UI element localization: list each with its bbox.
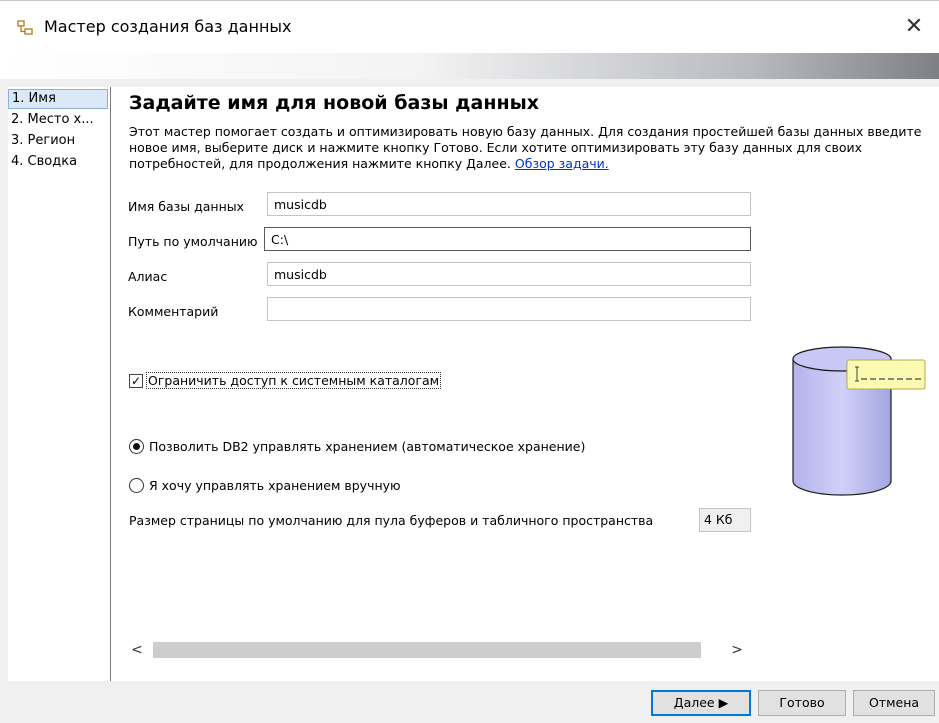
- scroll-right-icon[interactable]: >: [727, 638, 747, 662]
- storage-auto-radio[interactable]: Позволить DB2 управлять хранением (автом…: [129, 439, 585, 454]
- check-icon: ✓: [130, 373, 142, 388]
- wizard-icon: [17, 20, 33, 35]
- restrict-access-label: Ограничить доступ к системным каталогам: [146, 372, 442, 389]
- header-banner: [0, 53, 939, 79]
- overview-link[interactable]: Обзор задачи.: [515, 156, 609, 171]
- scrollbar-thumb[interactable]: [153, 642, 701, 658]
- default-path-input[interactable]: [264, 227, 751, 251]
- page-size-label: Размер страницы по умолчанию для пула бу…: [129, 513, 654, 528]
- radio-unselected-icon[interactable]: [129, 478, 144, 493]
- restrict-access-checkbox[interactable]: ✓ Ограничить доступ к системным каталога…: [129, 372, 442, 389]
- comment-label: Комментарий: [128, 304, 219, 319]
- cancel-button[interactable]: Отмена: [853, 690, 935, 716]
- alias-label: Алиас: [128, 269, 168, 284]
- comment-input[interactable]: [267, 297, 751, 321]
- sidebar-item-region[interactable]: 3. Регион: [8, 131, 108, 151]
- finish-button[interactable]: Готово: [758, 690, 846, 716]
- db-name-input[interactable]: [267, 192, 751, 216]
- checkbox-box[interactable]: ✓: [129, 373, 143, 388]
- window-title: Мастер создания баз данных: [44, 17, 292, 36]
- close-button[interactable]: ✕: [899, 11, 929, 41]
- sidebar-item-summary[interactable]: 4. Сводка: [8, 152, 108, 172]
- radio-selected-icon[interactable]: [129, 439, 144, 454]
- default-path-label: Путь по умолчанию: [128, 234, 258, 249]
- page-title: Задайте имя для новой базы данных: [129, 92, 540, 114]
- main-panel: Задайте имя для новой базы данных Этот м…: [111, 87, 939, 681]
- scroll-left-icon[interactable]: <: [127, 638, 147, 662]
- description: Этот мастер помогает создать и оптимизир…: [129, 124, 939, 172]
- close-icon: ✕: [904, 13, 924, 39]
- title-bar: Мастер создания баз данных ✕: [0, 1, 939, 53]
- page-size-value: 4 Кб: [699, 508, 751, 532]
- next-button[interactable]: Далее ▶: [651, 690, 751, 716]
- step-sidebar: 1. Имя 2. Место х... 3. Регион 4. Сводка: [8, 87, 111, 681]
- sidebar-item-storage-location[interactable]: 2. Место х...: [8, 110, 108, 130]
- storage-manual-label: Я хочу управлять хранением вручную: [149, 478, 401, 493]
- database-cylinder-icon: [792, 346, 926, 496]
- horizontal-scrollbar[interactable]: < >: [125, 638, 749, 662]
- sidebar-item-name[interactable]: 1. Имя: [8, 89, 108, 109]
- storage-auto-label: Позволить DB2 управлять хранением (автом…: [149, 439, 586, 454]
- db-name-label: Имя базы данных: [128, 199, 245, 214]
- alias-input[interactable]: [267, 262, 751, 286]
- storage-manual-radio[interactable]: Я хочу управлять хранением вручную: [129, 478, 401, 493]
- wizard-window: Мастер создания баз данных ✕ 1. Имя 2. М…: [0, 0, 939, 723]
